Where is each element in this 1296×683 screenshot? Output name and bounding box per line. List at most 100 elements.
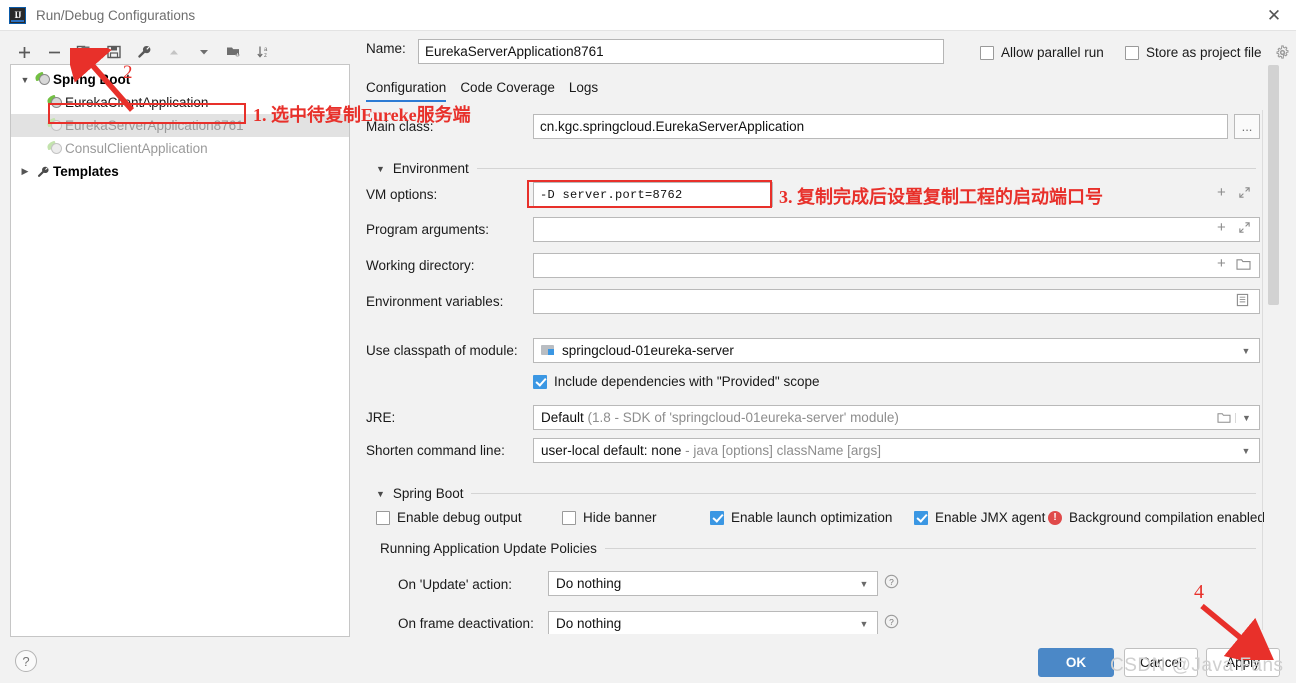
spring-boot-icon xyxy=(33,71,53,86)
program-arguments-input[interactable] xyxy=(533,217,1260,242)
hide-banner-label: Hide banner xyxy=(583,510,657,525)
enable-debug-output-checkbox[interactable] xyxy=(376,510,390,525)
allow-parallel-run-checkbox[interactable] xyxy=(980,45,994,60)
background-compilation-row: ! Background compilation enabled xyxy=(1048,510,1265,525)
allow-parallel-run-row[interactable]: Allow parallel run xyxy=(980,45,1104,60)
content-divider xyxy=(1262,110,1263,630)
enable-jmx-agent-checkbox[interactable] xyxy=(914,510,928,525)
move-down-icon[interactable] xyxy=(190,39,218,65)
remove-configuration-icon[interactable] xyxy=(40,39,68,65)
tree-group-spring-boot[interactable]: ▼ Spring Boot xyxy=(11,68,349,91)
store-as-project-file-checkbox[interactable] xyxy=(1125,45,1139,60)
include-dependencies-checkbox[interactable] xyxy=(533,374,547,389)
enable-launch-optimization-checkbox[interactable] xyxy=(710,510,724,525)
move-up-icon[interactable] xyxy=(160,39,188,65)
environment-variables-input[interactable] xyxy=(533,289,1260,314)
svg-text:z: z xyxy=(264,53,267,59)
vm-options-expand-icon[interactable] xyxy=(1238,186,1251,202)
configurations-tree[interactable]: ▼ Spring Boot EurekaClientApplication Eu… xyxy=(10,64,350,637)
svg-text:?: ? xyxy=(889,577,894,587)
use-classpath-row: Use classpath of module: xyxy=(366,343,518,358)
environment-section-label: Environment xyxy=(392,161,469,176)
working-directory-add-icon[interactable]: + xyxy=(1217,256,1226,271)
chevron-down-icon[interactable]: ▼ xyxy=(17,75,33,85)
tab-logs[interactable]: Logs xyxy=(569,80,598,102)
annotation-arrow-to-apply-button xyxy=(1200,603,1276,660)
folder-icon[interactable] xyxy=(1213,412,1235,424)
annotation-step-1: 1. 选中待复制Eureke服务端 xyxy=(253,105,471,125)
enable-debug-output-label: Enable debug output xyxy=(397,510,522,525)
environment-variables-editor-icon[interactable] xyxy=(1236,293,1249,310)
new-folder-icon[interactable] xyxy=(220,39,248,65)
tree-item-consul-client[interactable]: ConsulClientApplication xyxy=(11,137,349,160)
chevron-down-icon[interactable]: ▼ xyxy=(376,489,385,499)
close-icon[interactable]: ✕ xyxy=(1252,0,1296,31)
jre-label: JRE: xyxy=(366,410,396,425)
enable-debug-output-row[interactable]: Enable debug output xyxy=(376,510,522,525)
vm-options-input[interactable]: -D server.port=8762 xyxy=(533,182,773,207)
configurations-toolbar: a z xyxy=(10,38,345,66)
chevron-down-icon[interactable]: ▼ xyxy=(376,164,385,174)
help-button[interactable]: ? xyxy=(15,650,37,672)
chevron-down-icon[interactable]: ▼ xyxy=(1235,346,1257,356)
annotation-step-3: 3. 复制完成后设置复制工程的启动端口号 xyxy=(779,187,1103,207)
shorten-command-line-label: Shorten command line: xyxy=(366,443,505,458)
on-frame-deactivation-help-icon[interactable]: ? xyxy=(884,614,899,632)
configuration-name-input[interactable] xyxy=(418,39,944,64)
chevron-right-icon[interactable]: ▶ xyxy=(17,166,33,177)
name-row: Name: xyxy=(366,41,406,56)
chevron-down-icon[interactable]: ▼ xyxy=(1235,446,1257,456)
scrollbar-thumb[interactable] xyxy=(1268,65,1279,305)
add-configuration-icon[interactable] xyxy=(10,39,38,65)
folder-icon[interactable] xyxy=(1236,258,1251,274)
jre-combo[interactable]: Default (1.8 - SDK of 'springcloud-01eur… xyxy=(533,405,1260,430)
running-policies-section-label: Running Application Update Policies xyxy=(380,541,597,556)
vm-options-add-icon[interactable]: + xyxy=(1217,185,1226,200)
ok-button[interactable]: OK xyxy=(1038,648,1114,677)
tab-code-coverage[interactable]: Code Coverage xyxy=(460,80,555,102)
annotation-arrow-to-copy-icon xyxy=(70,48,135,112)
main-class-browse-button[interactable]: ... xyxy=(1234,114,1260,139)
include-dependencies-label: Include dependencies with "Provided" sco… xyxy=(554,374,820,389)
tree-item-label: EurekaServerApplication8761 xyxy=(65,118,244,133)
use-classpath-combo[interactable]: springcloud-01eureka-server ▼ xyxy=(533,338,1260,363)
section-divider xyxy=(604,548,1256,549)
use-classpath-value: springcloud-01eureka-server xyxy=(562,343,734,358)
on-update-action-value: Do nothing xyxy=(556,576,622,591)
program-arguments-expand-icon[interactable] xyxy=(1238,221,1251,237)
enable-launch-optimization-label: Enable launch optimization xyxy=(731,510,893,525)
shorten-command-line-combo[interactable]: user-local default: none - java [options… xyxy=(533,438,1260,463)
chevron-down-icon[interactable]: ▼ xyxy=(853,579,875,589)
store-as-project-file-row[interactable]: Store as project file xyxy=(1125,45,1290,60)
section-divider xyxy=(471,493,1256,494)
svg-text:?: ? xyxy=(889,617,894,627)
include-dependencies-row[interactable]: Include dependencies with "Provided" sco… xyxy=(533,374,820,389)
main-class-input[interactable]: cn.kgc.springcloud.EurekaServerApplicati… xyxy=(533,114,1228,139)
jre-row: JRE: xyxy=(366,410,395,425)
tab-configuration[interactable]: Configuration xyxy=(366,80,447,102)
run-debug-configurations-dialog: IJ Run/Debug Configurations ✕ a z ▼ Spri… xyxy=(0,0,1296,683)
spring-boot-icon xyxy=(45,140,65,155)
enable-jmx-agent-row[interactable]: Enable JMX agent xyxy=(914,510,1045,525)
environment-variables-row: Environment variables: xyxy=(366,294,503,309)
gear-icon[interactable] xyxy=(1275,45,1290,60)
tree-group-templates[interactable]: ▶ Templates xyxy=(11,160,349,183)
on-frame-deactivation-combo[interactable]: Do nothing ▼ xyxy=(548,611,878,634)
enable-launch-optimization-row[interactable]: Enable launch optimization xyxy=(710,510,892,525)
content-scrollbar[interactable] xyxy=(1268,65,1279,595)
allow-parallel-run-label: Allow parallel run xyxy=(1001,45,1104,60)
program-arguments-add-icon[interactable]: + xyxy=(1217,220,1226,235)
environment-variables-label: Environment variables: xyxy=(366,294,504,309)
hide-banner-checkbox[interactable] xyxy=(562,510,576,525)
shorten-command-line-row: Shorten command line: xyxy=(366,443,505,458)
working-directory-input[interactable] xyxy=(533,253,1260,278)
chevron-down-icon[interactable]: ▼ xyxy=(1235,412,1257,423)
chevron-down-icon[interactable]: ▼ xyxy=(853,619,875,629)
running-policies-section-header: Running Application Update Policies xyxy=(380,541,1256,556)
on-update-action-combo[interactable]: Do nothing ▼ xyxy=(548,571,878,596)
on-update-action-help-icon[interactable]: ? xyxy=(884,574,899,592)
on-frame-deactivation-row: On frame deactivation: xyxy=(398,616,534,631)
sort-alphabetically-icon[interactable]: a z xyxy=(250,39,278,65)
hide-banner-row[interactable]: Hide banner xyxy=(562,510,657,525)
working-directory-row: Working directory: xyxy=(366,258,475,273)
